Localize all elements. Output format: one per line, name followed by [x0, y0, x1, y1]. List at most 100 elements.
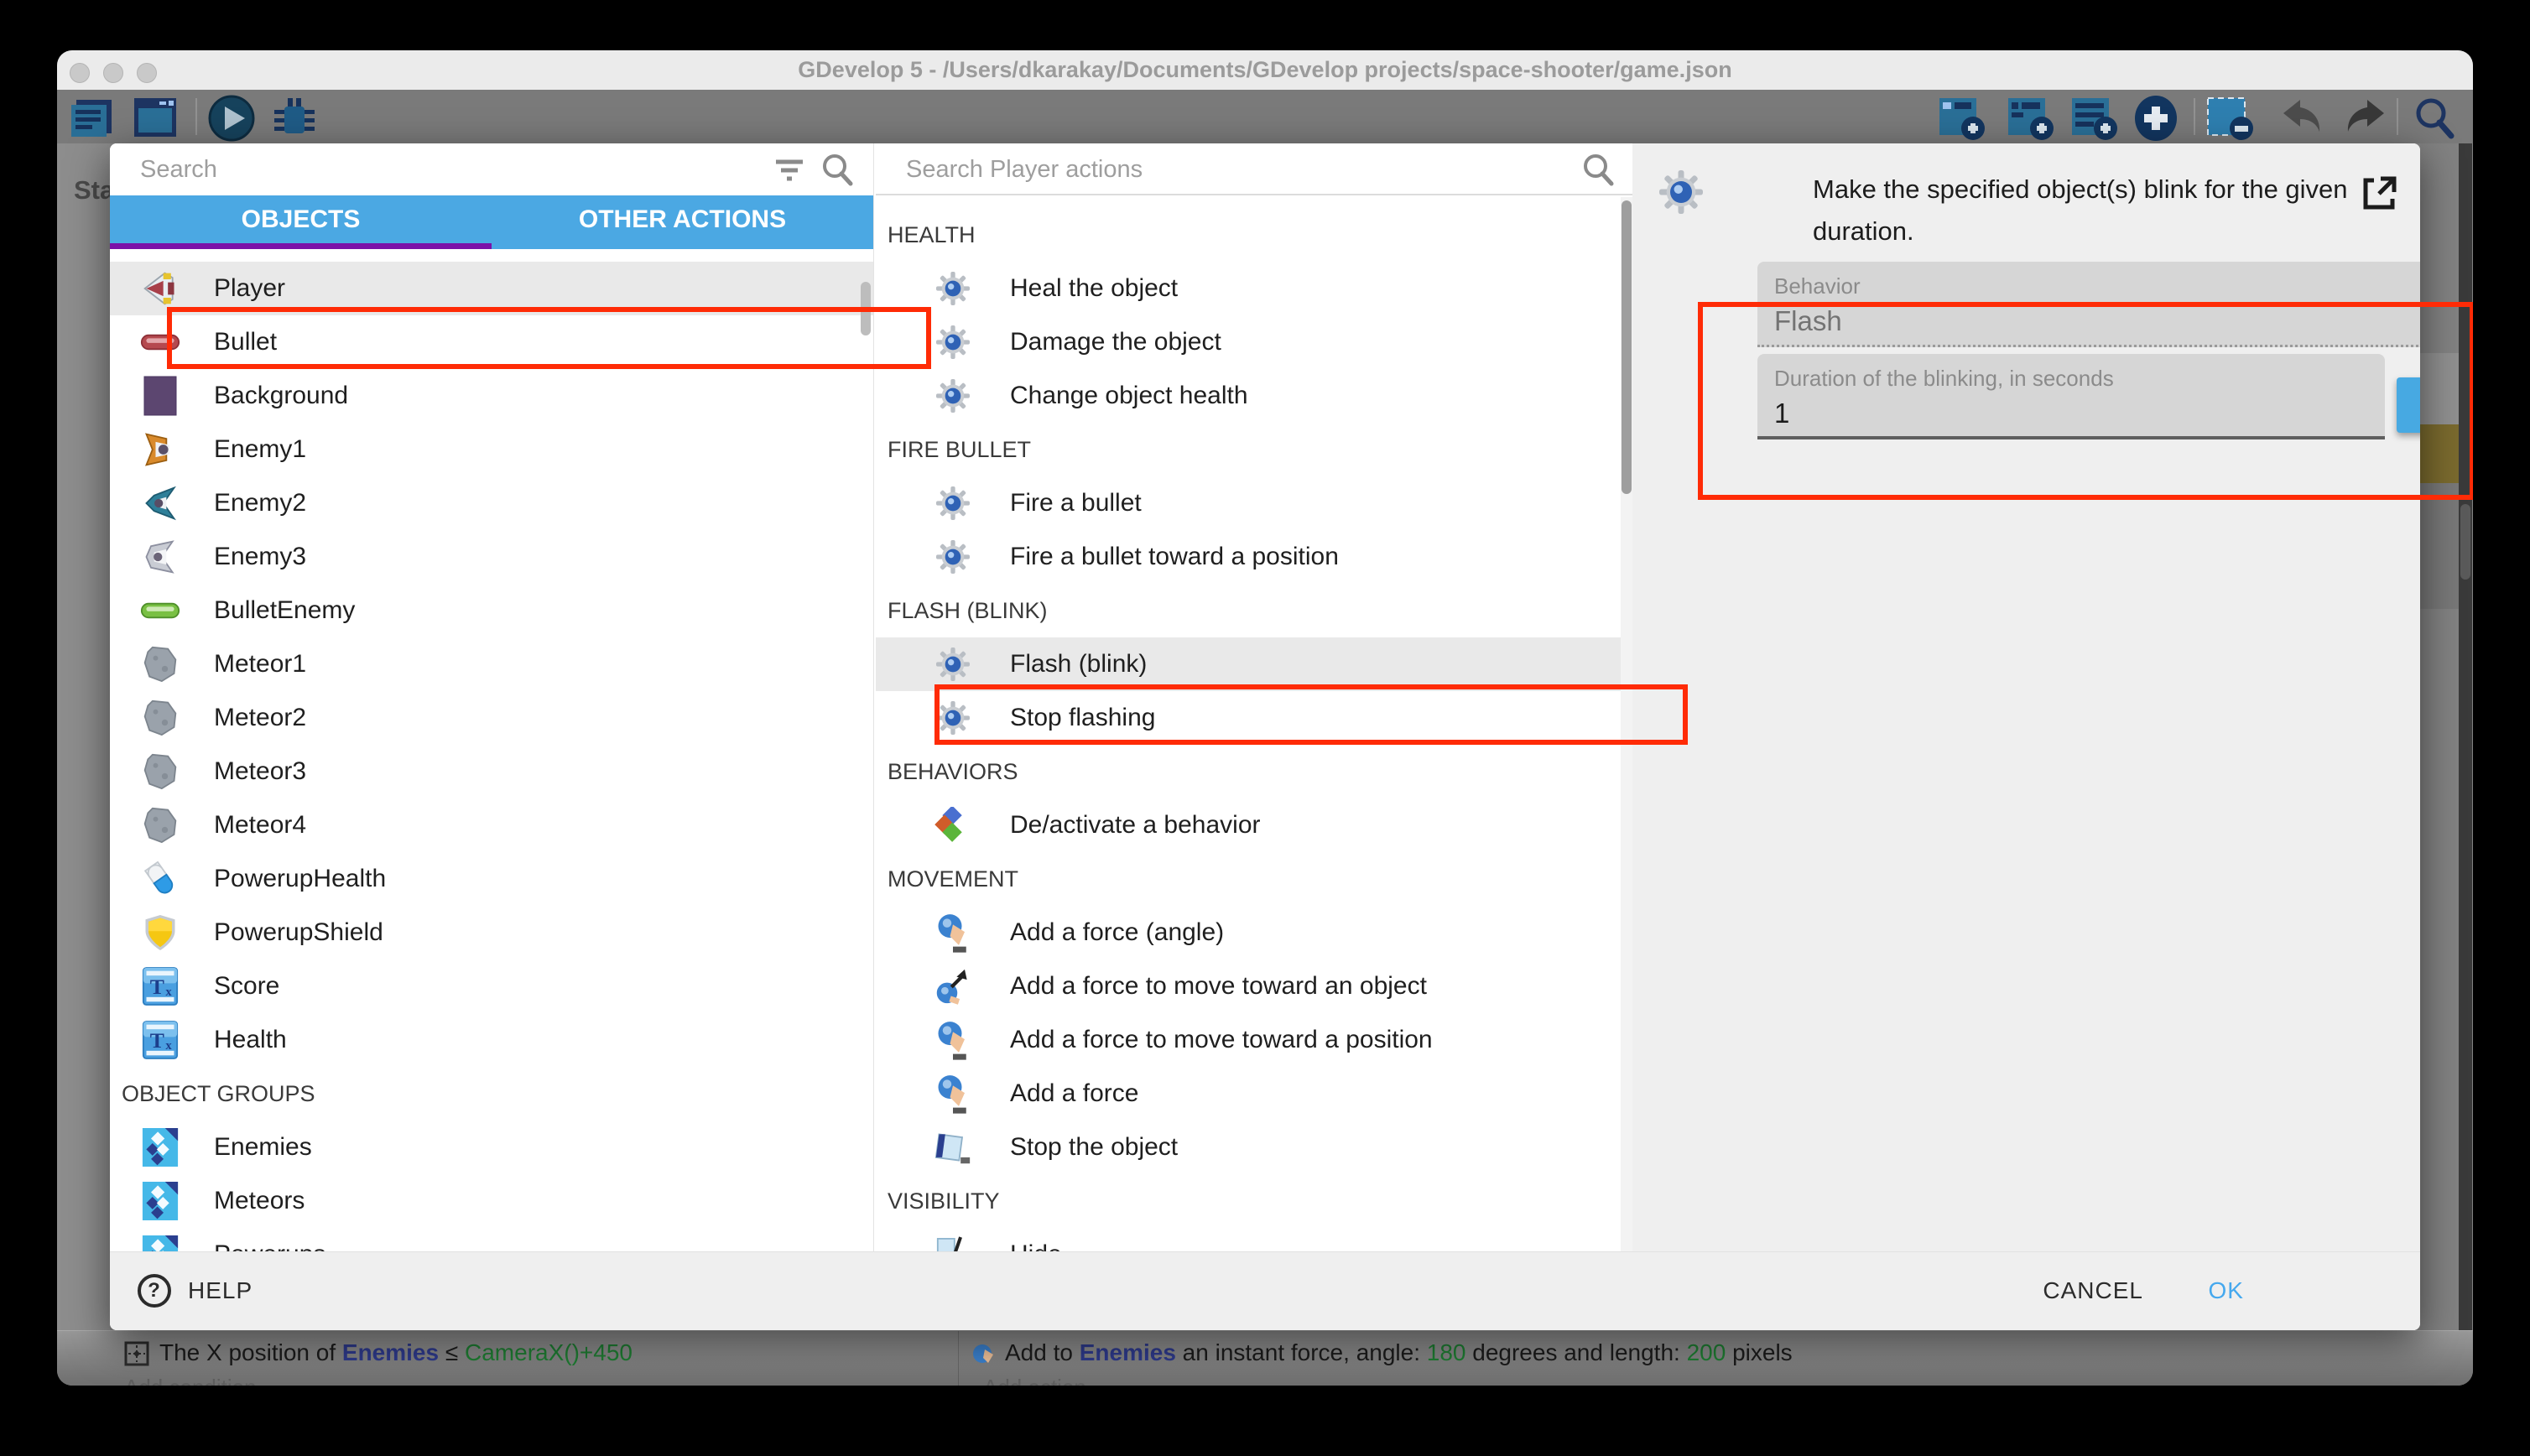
action-section-header: BEHAVIORS — [876, 745, 1632, 798]
play-icon[interactable] — [208, 95, 257, 146]
object-item-background[interactable]: Background — [110, 369, 873, 423]
filter-icon[interactable] — [773, 155, 806, 190]
list-item-label: Meteor1 — [214, 650, 306, 679]
force-hand-icon — [934, 1073, 971, 1115]
text-object-icon: Tx — [140, 963, 180, 1010]
tab-other-actions[interactable]: OTHER ACTIONS — [492, 195, 873, 249]
object-groups-header: OBJECT GROUPS — [110, 1067, 873, 1121]
ok-button[interactable]: OK — [2209, 1277, 2244, 1304]
action-item-add-a-force-angle-[interactable]: Add a force (angle) — [876, 906, 1632, 959]
action-item-heal-the-object[interactable]: Heal the object — [876, 262, 1632, 315]
event-action-text[interactable]: Add to Enemies an instant force, angle: … — [1005, 1339, 1793, 1366]
search-icon[interactable] — [2411, 95, 2458, 146]
action-item-add-a-force-to-move-toward-an-object[interactable]: Add a force to move toward an object — [876, 959, 1632, 1013]
force-hand-icon — [934, 912, 971, 954]
list-item-label: Health — [214, 1026, 287, 1054]
add-condition-link[interactable]: Add condition — [124, 1375, 257, 1386]
action-section-header: FLASH (BLINK) — [876, 584, 1632, 637]
tab-objects[interactable]: OBJECTS — [110, 195, 492, 249]
object-item-bulletenemy[interactable]: BulletEnemy — [110, 584, 873, 637]
main-toolbar — [57, 90, 2473, 143]
list-item-label: Enemies — [214, 1133, 312, 1162]
action-item-stop-flashing[interactable]: Stop flashing — [876, 691, 1632, 745]
list-item-label: Add a force to move toward an object — [1010, 972, 1427, 1001]
list-item-label: Player — [214, 274, 285, 303]
object-item-powerupshield[interactable]: PowerupShield — [110, 906, 873, 959]
object-group-icon — [140, 1231, 180, 1251]
actions-scrollbar-thumb[interactable] — [1622, 200, 1632, 494]
objects-search-input[interactable] — [138, 150, 742, 189]
list-item-label: PowerupHealth — [214, 865, 386, 893]
duration-field[interactable]: Duration of the blinking, in seconds 1 — [1757, 354, 2385, 439]
object-item-enemy1[interactable]: Enemy1 — [110, 423, 873, 476]
object-item-poweruphealth[interactable]: PowerupHealth — [110, 852, 873, 906]
list-item-label: Enemy2 — [214, 489, 306, 517]
background-events-panel-right — [2420, 143, 2473, 1330]
list-item-label: Add a force to move toward a position — [1010, 1026, 1433, 1054]
group-item-meteors[interactable]: Meteors — [110, 1174, 873, 1228]
force-hand-icon — [934, 1019, 971, 1061]
meteor-icon — [140, 802, 180, 849]
events-sheet-icon[interactable] — [70, 96, 122, 143]
undo-icon[interactable] — [2278, 96, 2330, 143]
list-item-label: Stop the object — [1010, 1133, 1178, 1162]
redo-icon[interactable] — [2337, 96, 2389, 143]
enemy-gray-icon — [140, 533, 180, 580]
action-item-change-object-health[interactable]: Change object health — [876, 369, 1632, 423]
list-item-label: Enemy3 — [214, 543, 306, 571]
instruction-editor-dialog: OBJECTS OTHER ACTIONS Player BulletBackgr… — [110, 143, 2420, 1330]
scene-editor-icon[interactable] — [133, 96, 180, 143]
action-item-add-a-force-to-move-toward-a-position[interactable]: Add a force to move toward a position — [876, 1013, 1632, 1067]
add-layer-icon[interactable] — [2007, 96, 2057, 146]
behavior-field-value: Flash — [1774, 305, 1842, 337]
object-item-meteor4[interactable]: Meteor4 — [110, 798, 873, 852]
action-item-damage-the-object[interactable]: Damage the object — [876, 315, 1632, 369]
action-section-header: VISIBILITY — [876, 1174, 1632, 1228]
expression-editor-button[interactable]: Σ 123 — [2397, 377, 2420, 433]
cancel-button[interactable]: CANCEL — [2043, 1277, 2143, 1304]
object-item-health[interactable]: TxHealth — [110, 1013, 873, 1067]
objects-scrollbar-thumb[interactable] — [861, 282, 871, 335]
list-item-label: Meteor3 — [214, 757, 306, 786]
action-item-de-activate-a-behavior[interactable]: De/activate a behavior — [876, 798, 1632, 852]
add-event-icon[interactable] — [2070, 96, 2121, 146]
gear-icon — [934, 321, 971, 363]
add-circle-icon[interactable] — [2132, 95, 2181, 148]
group-item-powerups[interactable]: Powerups — [110, 1228, 873, 1251]
help-button[interactable]: ? HELP — [136, 1272, 252, 1309]
background-scrollbar — [2459, 143, 2472, 1330]
object-item-meteor3[interactable]: Meteor3 — [110, 745, 873, 798]
add-action-link[interactable]: Add action — [983, 1375, 1086, 1386]
list-item-label: Add a force (angle) — [1010, 918, 1224, 947]
actions-search-input[interactable] — [904, 150, 1508, 189]
list-item-label: Powerups — [214, 1240, 325, 1251]
object-item-score[interactable]: TxScore — [110, 959, 873, 1013]
object-item-player[interactable]: Player — [110, 262, 873, 315]
debug-icon[interactable] — [269, 95, 320, 146]
action-item-fire-a-bullet[interactable]: Fire a bullet — [876, 476, 1632, 530]
actions-list: HEALTHHeal the objectDamage the objectCh… — [876, 208, 1632, 1251]
behavior-field-label: Behavior — [1774, 273, 1861, 299]
object-item-meteor1[interactable]: Meteor1 — [110, 637, 873, 691]
add-object-icon[interactable] — [1938, 96, 1988, 146]
object-item-enemy3[interactable]: Enemy3 — [110, 530, 873, 584]
event-condition-text[interactable]: The X position of Enemies ≤ CameraX()+45… — [159, 1339, 632, 1366]
group-item-enemies[interactable]: Enemies — [110, 1121, 873, 1174]
action-item-stop-the-object[interactable]: Stop the object — [876, 1121, 1632, 1174]
open-help-external-icon[interactable] — [2359, 174, 2399, 218]
action-item-fire-a-bullet-toward-a-position[interactable]: Fire a bullet toward a position — [876, 530, 1632, 584]
shield-icon — [140, 909, 180, 956]
app-window: GDevelop 5 - /Users/dkarakay/Documents/G… — [57, 50, 2473, 1386]
action-item-hide[interactable]: Hide — [876, 1228, 1632, 1251]
meteor-icon — [140, 748, 180, 795]
action-item-flash-blink-[interactable]: Flash (blink) — [876, 637, 1632, 691]
object-item-meteor2[interactable]: Meteor2 — [110, 691, 873, 745]
remove-instance-icon[interactable] — [2206, 96, 2257, 146]
svg-text:T: T — [150, 975, 164, 999]
duration-field-value[interactable]: 1 — [1774, 398, 1789, 429]
action-item-add-a-force[interactable]: Add a force — [876, 1067, 1632, 1121]
object-item-bullet[interactable]: Bullet — [110, 315, 873, 369]
object-item-enemy2[interactable]: Enemy2 — [110, 476, 873, 530]
objects-list: Player BulletBackgroundEnemy1 Enemy2 Enemy3… — [110, 262, 873, 1251]
force-arrow-icon — [934, 965, 971, 1007]
